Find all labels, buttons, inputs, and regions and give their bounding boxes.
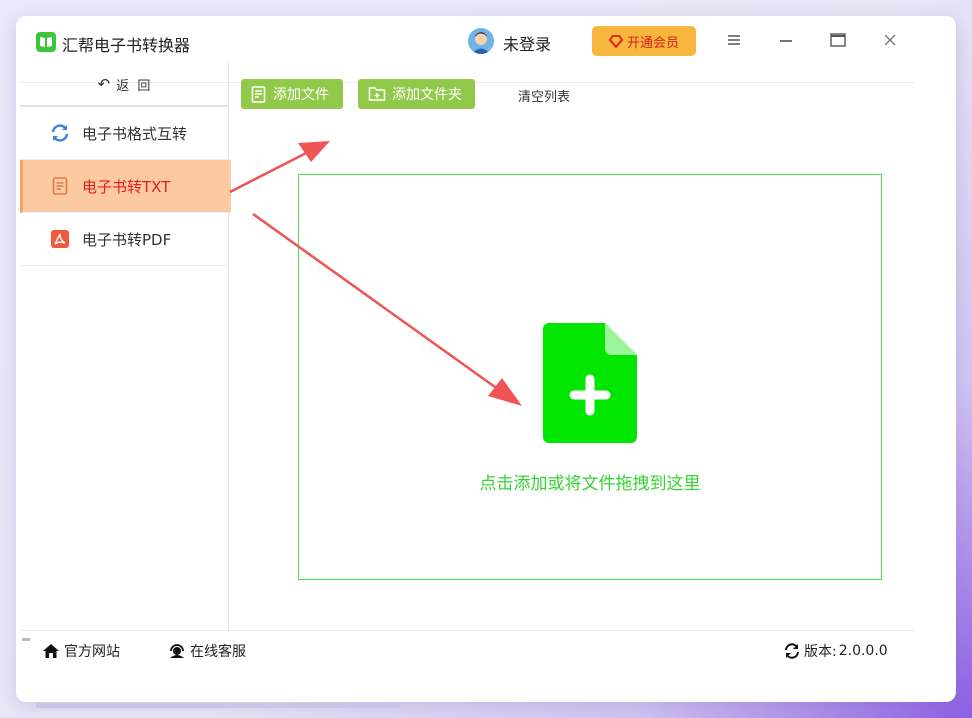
avatar[interactable] [468, 28, 494, 54]
minimize-icon[interactable] [774, 28, 798, 52]
add-folder-button-label: 添加文件夹 [392, 87, 462, 103]
version-value: 2.0.0.0 [838, 643, 888, 659]
document-icon [50, 176, 70, 196]
version-label: 版本: [804, 644, 837, 660]
footer: 官方网站 在线客服 版本: 2.0.0.0 [20, 630, 914, 671]
app-title: 汇帮电子书转换器 [62, 36, 191, 55]
online-support-label: 在线客服 [190, 644, 246, 660]
add-folder-button[interactable]: 添加文件夹 [358, 79, 475, 109]
sidebar-item-label: 电子书转TXT [82, 177, 171, 196]
back-button-label: 返 回 [116, 78, 151, 94]
home-icon [43, 644, 59, 658]
back-button[interactable]: ↶ 返 回 [20, 63, 228, 107]
login-status[interactable]: 未登录 [503, 31, 551, 55]
taskbar-strip [36, 703, 400, 708]
app-logo-icon [36, 32, 56, 52]
close-icon[interactable] [878, 28, 902, 52]
drop-zone-hint: 点击添加或将文件拖拽到这里 [479, 474, 701, 494]
clear-list-button[interactable]: 清空列表 [518, 86, 570, 105]
diamond-heart-icon [608, 34, 623, 48]
sidebar-item-label: 电子书转PDF [82, 230, 172, 249]
refresh-icon [785, 643, 799, 659]
sidebar-item-to-pdf[interactable]: 电子书转PDF [20, 213, 228, 266]
sidebar-item-format-convert[interactable]: 电子书格式互转 [20, 107, 228, 160]
undo-icon: ↶ [97, 75, 111, 93]
official-website-link[interactable]: 官方网站 [42, 641, 120, 661]
headset-icon [170, 644, 184, 658]
maximize-icon[interactable] [826, 28, 850, 52]
refresh-icon [50, 123, 70, 143]
vip-button[interactable]: 开通会员 [592, 26, 696, 56]
official-website-label: 官方网站 [64, 644, 120, 660]
sidebar-item-label: 电子书格式互转 [82, 124, 188, 143]
file-drop-zone[interactable]: 点击添加或将文件拖拽到这里 [298, 174, 882, 580]
file-add-icon [251, 85, 266, 103]
file-add-large-icon [543, 323, 637, 447]
online-support-link[interactable]: 在线客服 [168, 641, 246, 661]
pdf-icon [50, 229, 70, 249]
version-info: 版本: 2.0.0.0 [784, 641, 888, 661]
sidebar-item-to-txt[interactable]: 电子书转TXT [20, 160, 231, 213]
folder-add-icon [368, 87, 386, 101]
add-file-button[interactable]: 添加文件 [241, 79, 343, 109]
vip-button-label: 开通会员 [626, 35, 679, 51]
main-content: 添加文件 添加文件夹 清空列表 点击添加或将文件拖拽到这里 [229, 63, 914, 630]
sidebar: ↶ 返 回 电子书格式互转 电子书转TXT 电子书转PDF [20, 63, 231, 630]
menu-icon[interactable] [722, 28, 746, 52]
add-file-button-label: 添加文件 [273, 87, 329, 103]
